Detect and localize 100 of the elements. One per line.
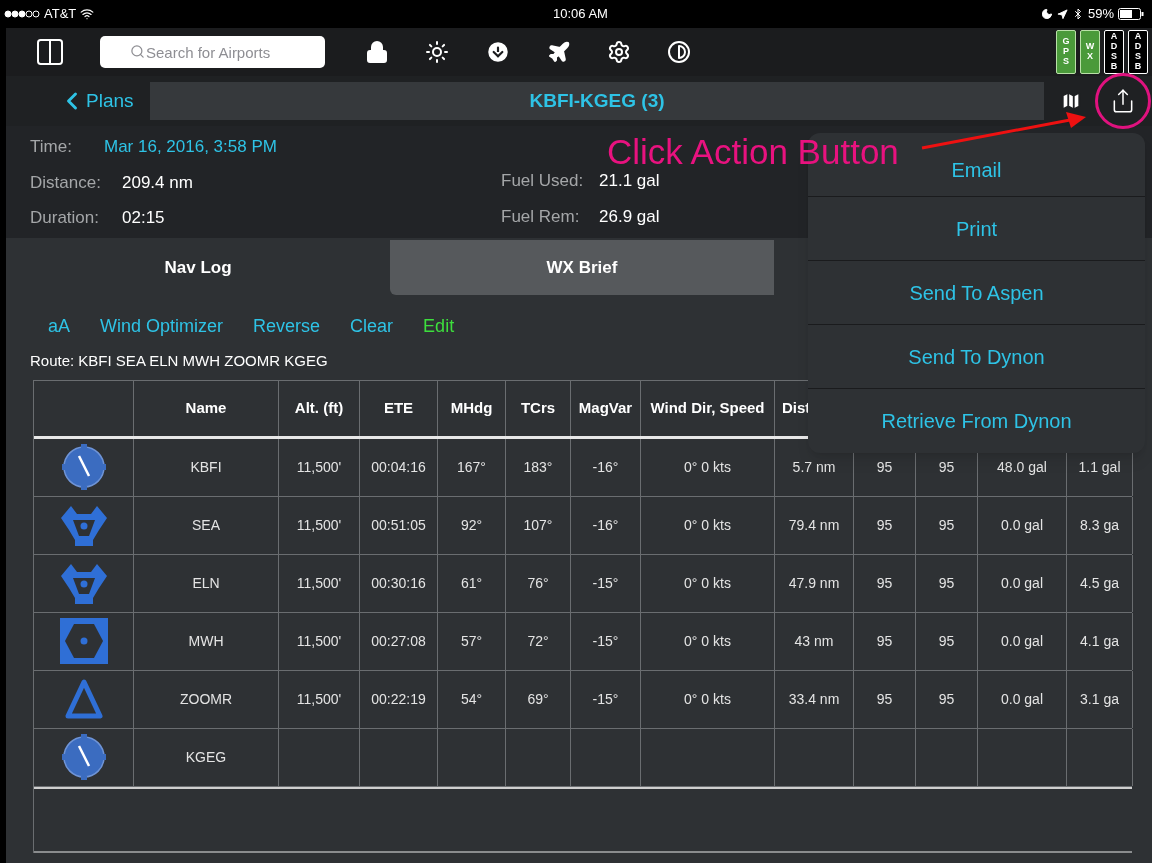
menu-item[interactable]: Email [951, 154, 1002, 185]
table-cell: 92° [438, 496, 506, 554]
summary-label: Duration: [30, 207, 100, 229]
table-cell: -16° [571, 496, 641, 554]
status-indicator: WX [1080, 30, 1100, 74]
status-indicator: ADSB [1128, 30, 1148, 74]
toolbar-link[interactable]: Reverse [253, 313, 321, 340]
table-cell: SEA [134, 496, 279, 554]
table-cell: KGEG [134, 728, 279, 786]
search-field[interactable]: Search for Airports [100, 36, 325, 68]
column-header: MagVar [571, 380, 641, 436]
summary-value: 21.1 gal [599, 170, 660, 192]
column-header: Name [134, 380, 279, 436]
table-cell: MWH [134, 612, 279, 670]
toolbar-link[interactable]: Clear [350, 313, 394, 340]
table-cell: 0.0 gal [978, 554, 1067, 612]
toolbar-link[interactable]: Edit [423, 313, 455, 340]
table-cell: 95 [916, 496, 978, 554]
table-cell: -15° [571, 554, 641, 612]
table-cell: 0° 0 kts [641, 554, 775, 612]
table-cell: -16° [571, 438, 641, 496]
table-cell: -15° [571, 670, 641, 728]
table-cell: 95 [916, 554, 978, 612]
table-cell: 43 nm [775, 612, 854, 670]
table-cell: 0.0 gal [978, 670, 1067, 728]
table-cell: 11,500' [279, 554, 360, 612]
table-cell: 8.3 ga [1067, 496, 1133, 554]
battery-percent: 59% [1087, 5, 1114, 24]
table-cell: 11,500' [279, 670, 360, 728]
table-cell: 95 [854, 612, 916, 670]
table-cell: 4.5 ga [1067, 554, 1133, 612]
annotation-text: Click Action Button [607, 131, 899, 173]
table-cell: 183° [506, 438, 571, 496]
lock-icon[interactable] [365, 40, 389, 64]
settings-icon[interactable] [607, 40, 631, 64]
table-cell: 95 [916, 670, 978, 728]
moon-icon [1040, 8, 1053, 20]
menu-item[interactable]: Print [955, 213, 998, 244]
download-icon[interactable] [485, 39, 511, 65]
summary-label: Fuel Used: [501, 170, 585, 192]
table-cell: 4.1 ga [1067, 612, 1133, 670]
table-cell: 95 [854, 554, 916, 612]
table-cell: 72° [506, 612, 571, 670]
status-indicator: GPS [1056, 30, 1076, 74]
menu-item[interactable]: Send To Dynon [908, 341, 1045, 372]
summary-value: 209.4 nm [122, 171, 193, 194]
back-button[interactable]: Plans [58, 86, 148, 116]
table-cell: 95 [854, 496, 916, 554]
route-text: Route: KBFI SEA ELN MWH ZOOMR KGEG [30, 351, 328, 371]
column-header: Alt. (ft) [279, 380, 360, 436]
signal-icon [4, 10, 40, 18]
wifi-icon [80, 7, 95, 21]
location-icon [1056, 8, 1068, 20]
table-cell: 11,500' [279, 496, 360, 554]
column-header: Wind Dir, Speed [641, 380, 775, 436]
table-cell: 0.0 gal [978, 612, 1067, 670]
column-header: TCrs [506, 380, 571, 436]
table-cell: 76° [506, 554, 571, 612]
table-cell: 0° 0 kts [641, 670, 775, 728]
airplane-icon[interactable] [547, 40, 571, 64]
summary-value: 26.9 gal [599, 205, 660, 228]
toolbar-link[interactable]: Wind Optimizer [100, 313, 224, 340]
table-cell: -15° [571, 612, 641, 670]
table-cell: 00:27:08 [360, 612, 438, 670]
summary-label: Distance: [30, 171, 102, 194]
table-cell: 167° [438, 438, 506, 496]
table-cell: 54° [438, 670, 506, 728]
column-header: MHdg [438, 380, 506, 436]
table-cell: 0.0 gal [978, 496, 1067, 554]
table-cell: ELN [134, 554, 279, 612]
battery-icon [1118, 8, 1144, 20]
table-cell: 107° [506, 496, 571, 554]
table-cell: 00:04:16 [360, 438, 438, 496]
table-cell: 00:22:19 [360, 670, 438, 728]
table-cell: 3.1 ga [1067, 670, 1133, 728]
status-indicator: ADSB [1104, 30, 1124, 74]
table-cell: 11,500' [279, 438, 360, 496]
table-cell: 61° [438, 554, 506, 612]
table-cell: 57° [438, 612, 506, 670]
table-cell: ZOOMR [134, 670, 279, 728]
summary-value: Mar 16, 2016, 3:58 PM [104, 136, 277, 158]
table-cell: 11,500' [279, 612, 360, 670]
table-cell: 79.4 nm [775, 496, 854, 554]
summary-value: 02:15 [122, 207, 165, 229]
brightness-icon[interactable] [425, 40, 449, 64]
tab[interactable]: WX Brief [390, 240, 774, 295]
menu-item[interactable]: Send To Aspen [909, 277, 1044, 308]
table-cell: 33.4 nm [775, 670, 854, 728]
menu-item[interactable]: Retrieve From Dynon [881, 406, 1072, 436]
plan-title: KBFI-KGEG (3) [529, 88, 665, 113]
summary-label: Fuel Rem: [501, 205, 581, 228]
column-header: ETE [360, 380, 438, 436]
clock-time: 10:06 AM [553, 5, 608, 24]
table-cell: 95 [854, 670, 916, 728]
table-cell: 00:30:16 [360, 554, 438, 612]
split-view-icon[interactable] [34, 36, 66, 68]
table-cell: 47.9 nm [775, 554, 854, 612]
contrast-icon[interactable] [667, 40, 691, 64]
table-cell: 0° 0 kts [641, 438, 775, 496]
toolbar-link[interactable]: aA [48, 313, 71, 340]
